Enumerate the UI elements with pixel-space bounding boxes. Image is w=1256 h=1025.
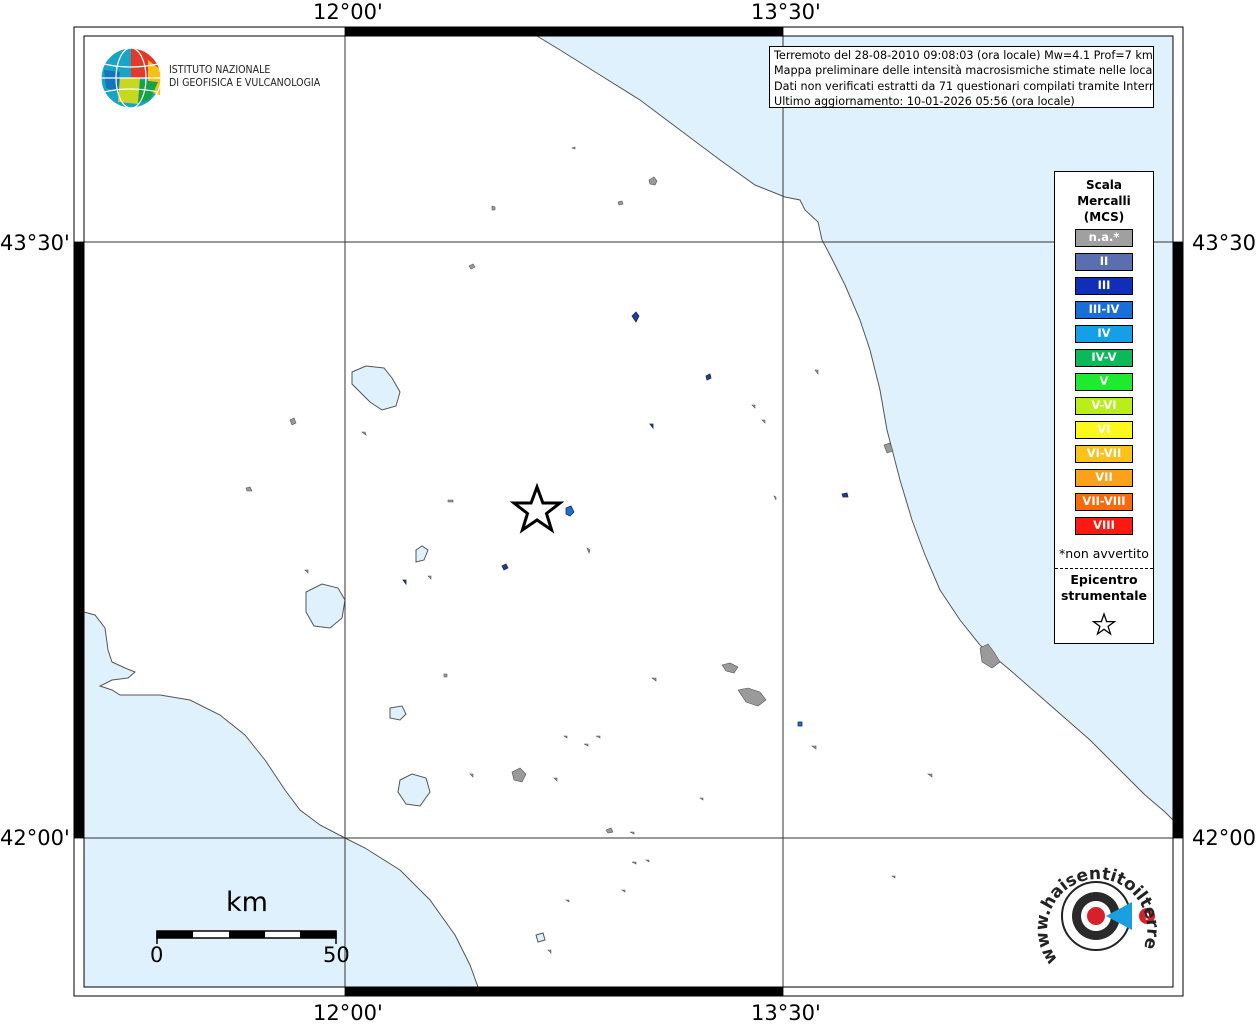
legend-divider xyxy=(1055,568,1153,569)
legend-title: Scala Mercalli (MCS) xyxy=(1077,178,1131,224)
legend-item-iii-iv: III-IV xyxy=(1075,301,1133,319)
legend-item-v-vi: V-VI xyxy=(1075,397,1133,415)
legend-item-iv-v: IV-V xyxy=(1075,349,1133,367)
legend-item-v: V xyxy=(1075,373,1133,391)
legend-item-n-a: n.a.* xyxy=(1075,229,1133,247)
lat-label-right-4330: 43°30' xyxy=(1192,231,1256,255)
legend-item-iii: III xyxy=(1075,277,1133,295)
legend-item-viii: VIII xyxy=(1075,517,1133,535)
earthquake-info-box: Terremoto del 28-08-2010 09:08:03 (ora l… xyxy=(769,46,1154,108)
legend-item-vi: VI xyxy=(1075,421,1133,439)
info-line-3: Dati non verificati estratti da 71 quest… xyxy=(774,79,1154,93)
lake-albano xyxy=(535,932,546,943)
lat-label-right-4200: 42°00' xyxy=(1192,826,1256,850)
scalebar-start: 0 xyxy=(150,943,164,967)
legend-item-vii-viii: VII-VIII xyxy=(1075,493,1133,511)
legend-item-vii: VII xyxy=(1075,469,1133,487)
legend-item-ii: II xyxy=(1075,253,1133,271)
institution-name: ISTITUTO NAZIONALE DI GEOFISICA E VULCAN… xyxy=(169,63,321,89)
info-line-2: Mappa preliminare delle intensità macros… xyxy=(774,64,1154,78)
info-line-4: Ultimo aggiornamento: 10-01-2026 05:56 (… xyxy=(774,94,1075,108)
scalebar-unit: km xyxy=(226,887,268,918)
lon-label-bottom-1330: 13°30' xyxy=(751,1001,821,1025)
lat-label-left-4200: 42°00' xyxy=(0,826,70,850)
ingv-globe-icon xyxy=(100,47,162,109)
legend-note: *non avvertito xyxy=(1059,546,1149,561)
lon-label-top-12: 12°00' xyxy=(313,0,383,24)
scalebar-end: 50 xyxy=(323,943,350,967)
mcs-legend: Scala Mercalli (MCS) n.a.* II III III-IV IV I… xyxy=(1054,171,1154,644)
legend-star-icon xyxy=(1091,612,1117,636)
lat-label-left-4330: 43°30' xyxy=(0,231,70,255)
legend-item-iv: IV xyxy=(1075,325,1133,343)
lon-label-bottom-12: 12°00' xyxy=(313,1001,383,1025)
info-line-1: Terremoto del 28-08-2010 09:08:03 (ora l… xyxy=(774,49,1153,62)
legend-item-vi-vii: VI-VII xyxy=(1075,445,1133,463)
legend-epicenter-label: Epicentro strumentale xyxy=(1060,572,1148,603)
lon-label-top-1330: 13°30' xyxy=(751,0,821,24)
